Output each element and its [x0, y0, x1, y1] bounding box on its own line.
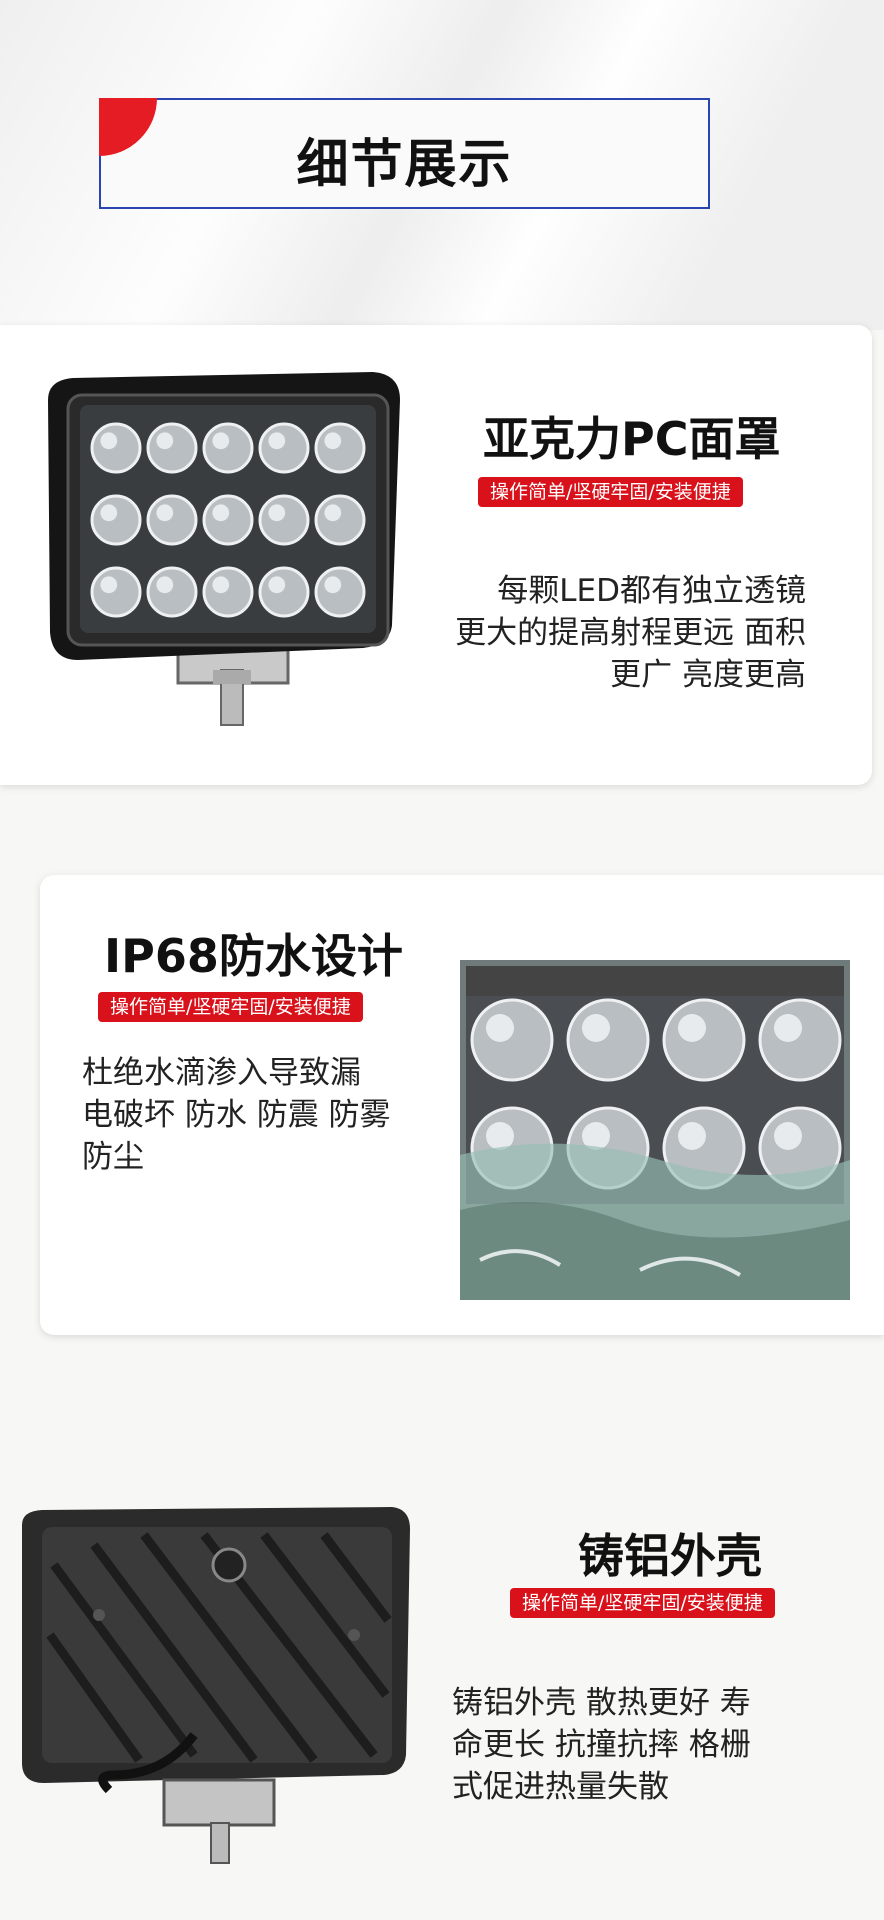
feature-card-waterproof: IP68防水设计 操作简单/坚硬牢固/安装便捷 杜绝水滴渗入导致漏 电破坏 防水…: [40, 875, 884, 1335]
section-heading: 铸铝外壳: [578, 1529, 762, 1583]
section-heading: 亚克力PC面罩: [483, 412, 781, 466]
lens-highlight: [268, 576, 286, 594]
description-line: 式促进热量失散: [452, 1769, 669, 1805]
section-title-box: 细节展示: [99, 98, 710, 209]
led-lens: [258, 494, 310, 546]
description-line: 更广 亮度更高: [610, 657, 806, 693]
page-title: 细节展示: [296, 135, 513, 195]
lens-highlight: [268, 432, 286, 450]
led-lens: [90, 494, 142, 546]
lens-highlight: [100, 504, 118, 522]
lens-highlight: [486, 1122, 514, 1150]
led-lens: [146, 494, 198, 546]
section-description: 杜绝水滴渗入导致漏 电破坏 防水 防震 防雾 防尘: [82, 1052, 391, 1178]
lamp-waterproof-image: [460, 960, 850, 1300]
led-lens: [90, 566, 142, 618]
description-line: 更大的提高射程更远 面积: [455, 615, 806, 651]
section-description: 铸铝外壳 散热更好 寿 命更长 抗撞抗摔 格栅 式促进热量失散: [452, 1682, 751, 1808]
feature-card-lens: 亚克力PC面罩 操作简单/坚硬牢固/安装便捷 每颗LED都有独立透镜 更大的提高…: [0, 325, 872, 785]
led-lens: [758, 998, 842, 1082]
description-line: 防尘: [82, 1139, 144, 1175]
lens-highlight: [268, 504, 286, 522]
lens-highlight: [324, 432, 342, 450]
lens-highlight: [156, 576, 174, 594]
lens-highlight: [582, 1014, 610, 1042]
led-lens: [662, 998, 746, 1082]
description-line: 杜绝水滴渗入导致漏: [82, 1055, 361, 1091]
description-line: 命更长 抗撞抗摔 格栅: [452, 1727, 751, 1763]
lamp-back-housing-image: [22, 1507, 410, 1864]
led-lens: [146, 566, 198, 618]
led-lens: [202, 566, 254, 618]
lens-highlight: [156, 432, 174, 450]
lens-highlight: [678, 1014, 706, 1042]
lens-highlight: [212, 576, 230, 594]
led-lens: [566, 998, 650, 1082]
lens-highlight: [774, 1122, 802, 1150]
section-description: 每颗LED都有独立透镜 更大的提高射程更远 面积 更广 亮度更高: [455, 570, 806, 696]
lens-highlight: [100, 576, 118, 594]
feature-tag: 操作简单/坚硬牢固/安装便捷: [98, 992, 363, 1022]
lens-highlight: [678, 1122, 706, 1150]
led-lens: [90, 422, 142, 474]
lens-highlight: [486, 1014, 514, 1042]
section-heading: IP68防水设计: [104, 929, 403, 983]
led-lens: [314, 566, 366, 618]
led-lens: [258, 566, 310, 618]
description-line: 每颗LED都有独立透镜: [497, 573, 806, 609]
led-lens: [314, 494, 366, 546]
feature-tag: 操作简单/坚硬牢固/安装便捷: [478, 477, 743, 507]
feature-tag: 操作简单/坚硬牢固/安装便捷: [510, 1588, 775, 1618]
lens-highlight: [774, 1014, 802, 1042]
description-line: 电破坏 防水 防震 防雾: [82, 1097, 391, 1133]
led-lens: [258, 422, 310, 474]
lens-highlight: [212, 504, 230, 522]
led-lens: [202, 494, 254, 546]
lens-highlight: [212, 432, 230, 450]
lamp-front-image: [48, 372, 400, 726]
lens-highlight: [324, 576, 342, 594]
lens-highlight: [156, 504, 174, 522]
led-lens: [314, 422, 366, 474]
lens-highlight: [100, 432, 118, 450]
lens-highlight: [324, 504, 342, 522]
led-lens: [202, 422, 254, 474]
led-lens: [146, 422, 198, 474]
led-lens: [470, 998, 554, 1082]
description-line: 铸铝外壳 散热更好 寿: [452, 1685, 751, 1721]
